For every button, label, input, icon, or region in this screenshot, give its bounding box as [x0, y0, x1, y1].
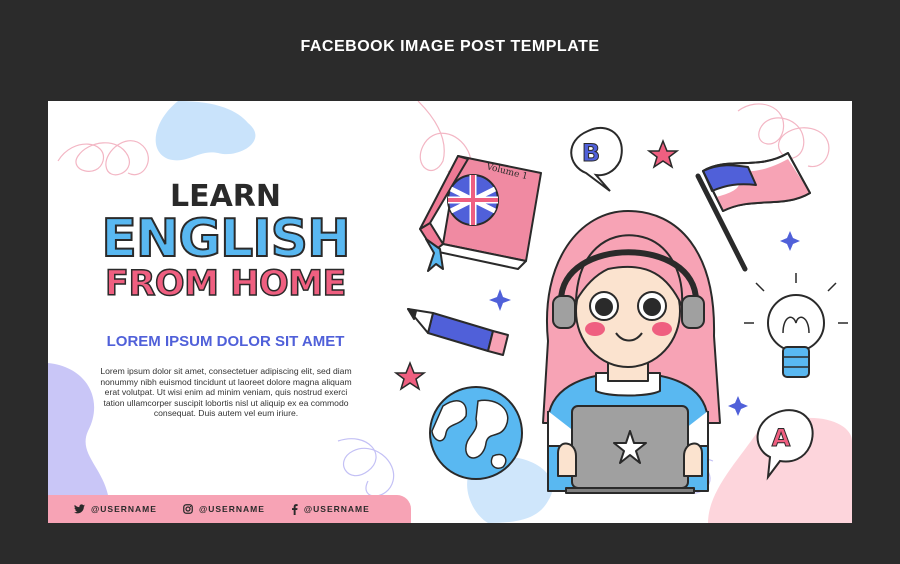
social-handle: @USERNAME — [198, 504, 265, 514]
star-icon — [393, 360, 427, 391]
post-card: LEARN ENGLISH FROM HOME LOREM IPSUM DOLO… — [48, 101, 852, 523]
sparkle-icon — [728, 396, 748, 416]
bubble-letter-a: A — [772, 424, 791, 452]
social-bar: @USERNAME @USERNAME @USERNAME — [48, 495, 411, 523]
star-icon — [646, 138, 680, 169]
globe-icon — [429, 386, 523, 480]
social-handle: @USERNAME — [91, 504, 157, 514]
sparkle-icon — [780, 231, 800, 251]
pencil-icon — [407, 308, 509, 356]
social-instagram[interactable]: @USERNAME — [183, 504, 265, 514]
social-facebook[interactable]: @USERNAME — [291, 503, 370, 515]
frame-title: FACEBOOK IMAGE POST TEMPLATE — [300, 38, 600, 55]
lightbulb-icon — [744, 273, 848, 378]
us-flag-icon — [695, 152, 811, 272]
laptop-icon — [557, 405, 703, 494]
bubble-letter-b: B — [582, 139, 600, 167]
twitter-icon — [74, 504, 85, 514]
facebook-icon — [291, 503, 298, 515]
sparkle-icon — [489, 289, 511, 311]
instagram-icon — [183, 504, 193, 514]
social-handle: @USERNAME — [303, 504, 370, 514]
social-twitter[interactable]: @USERNAME — [74, 504, 157, 514]
illustration: Volume 1 B A — [393, 126, 848, 494]
